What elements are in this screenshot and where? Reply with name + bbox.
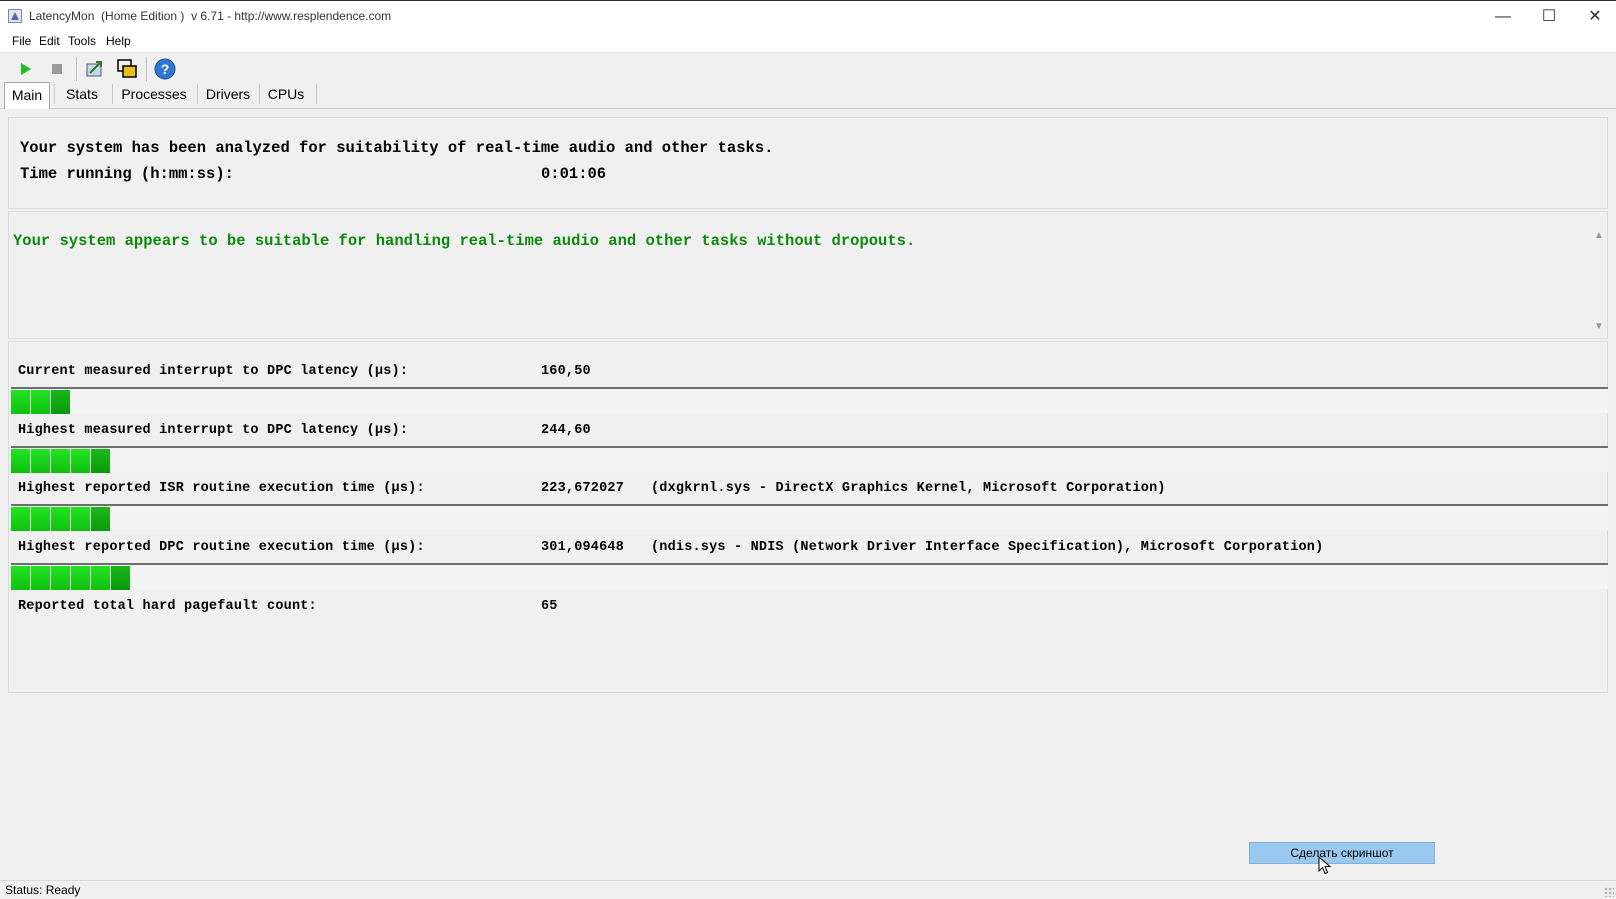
meter-segment (11, 390, 30, 414)
stop-button[interactable] (44, 56, 70, 82)
title-bar: LatencyMon (Home Edition ) v 6.71 - http… (0, 0, 1616, 32)
latency-meter (11, 446, 1608, 473)
metric-label: Highest reported ISR routine execution t… (18, 481, 425, 496)
meter-segment (71, 449, 90, 473)
tab-stats[interactable]: Stats (58, 82, 106, 106)
app-icon (8, 9, 22, 23)
window-title: LatencyMon (Home Edition ) v 6.71 - http… (29, 9, 392, 23)
menu-file[interactable]: File (12, 34, 31, 48)
summary-panel: Your system has been analyzed for suitab… (8, 117, 1608, 209)
stop-icon (52, 64, 62, 74)
meter-fill (11, 507, 111, 531)
meter-segment (31, 449, 50, 473)
mouse-cursor-icon (1318, 856, 1332, 875)
metric-value: 244,60 (541, 423, 591, 438)
close-button[interactable]: ✕ (1572, 1, 1616, 32)
tab-main[interactable]: Main (4, 82, 50, 109)
tab-drivers[interactable]: Drivers (201, 82, 255, 106)
metric-label: Reported total hard pagefault count: (18, 599, 317, 614)
tab-processes[interactable]: Processes (118, 82, 190, 106)
metric-label: Highest reported DPC routine execution t… (18, 540, 425, 555)
metric-value: 65 (541, 599, 558, 614)
meter-segment (11, 507, 30, 531)
start-button[interactable] (12, 56, 38, 82)
metric-detail: (ndis.sys - NDIS (Network Driver Interfa… (651, 540, 1324, 555)
meter-segment (51, 449, 70, 473)
tab-separator (112, 84, 113, 104)
windows-button[interactable] (114, 56, 140, 82)
help-button[interactable]: ? (152, 56, 178, 82)
meter-segment (51, 390, 70, 414)
menu-bar: File Edit Tools Help (0, 32, 1616, 53)
toolbar-separator (146, 57, 148, 81)
submit-report-button[interactable] (82, 56, 108, 82)
scroll-up-icon[interactable]: ▲ (1594, 230, 1604, 241)
meter-segment (111, 566, 130, 590)
toolbar-separator (76, 57, 78, 81)
meter-fill (11, 390, 71, 414)
tab-cpus[interactable]: CPUs (263, 82, 309, 106)
latency-meter (11, 563, 1608, 590)
meter-segment (11, 566, 30, 590)
metric-label: Highest measured interrupt to DPC latenc… (18, 423, 409, 438)
tab-separator (54, 84, 55, 104)
resize-grip-icon[interactable] (1604, 887, 1614, 897)
metric-value: 223,672027 (541, 481, 625, 496)
menu-edit[interactable]: Edit (39, 34, 60, 48)
tab-separator (259, 84, 260, 104)
take-screenshot-button[interactable]: Сделать скриншот (1249, 842, 1435, 864)
window-icon (117, 59, 137, 78)
meter-segment (71, 566, 90, 590)
meter-segment (31, 507, 50, 531)
latency-meter (11, 504, 1608, 531)
tab-bar: Main Stats Processes Drivers CPUs (0, 80, 1616, 109)
meter-fill (11, 566, 131, 590)
meter-segment (91, 507, 110, 531)
minimize-button[interactable]: — (1480, 1, 1526, 32)
meter-segment (71, 507, 90, 531)
meter-segment (31, 566, 50, 590)
play-icon (21, 63, 31, 75)
meter-segment (31, 390, 50, 414)
tab-separator (316, 84, 317, 104)
scroll-down-icon[interactable]: ▼ (1594, 321, 1604, 332)
metric-label: Current measured interrupt to DPC latenc… (18, 364, 409, 379)
meter-segment (91, 566, 110, 590)
menu-help[interactable]: Help (106, 34, 131, 48)
verdict-scrollbar[interactable]: ▲ ▼ (1590, 212, 1607, 338)
svg-text:?: ? (161, 61, 170, 77)
tab-separator (197, 84, 198, 104)
metric-value: 301,094648 (541, 540, 625, 555)
status-text: Status: Ready (5, 883, 81, 897)
menu-tools[interactable]: Tools (68, 34, 96, 48)
meter-segment (91, 449, 110, 473)
upload-report-icon (86, 61, 102, 77)
verdict-text: Your system appears to be suitable for h… (13, 232, 916, 250)
help-icon: ? (154, 58, 176, 80)
time-running-value: 0:01:06 (541, 165, 607, 183)
analysis-summary: Your system has been analyzed for suitab… (20, 139, 774, 157)
status-bar: Status: Ready (0, 880, 1616, 899)
meter-segment (51, 507, 70, 531)
meter-fill (11, 449, 111, 473)
metric-value: 160,50 (541, 364, 591, 379)
meter-segment (51, 566, 70, 590)
latency-meter (11, 387, 1608, 414)
metric-detail: (dxgkrnl.sys - DirectX Graphics Kernel, … (651, 481, 1166, 496)
maximize-button[interactable]: ☐ (1526, 1, 1572, 32)
time-running-label: Time running (h:mm:ss): (20, 165, 234, 183)
meter-segment (11, 449, 30, 473)
verdict-panel: Your system appears to be suitable for h… (8, 211, 1608, 339)
